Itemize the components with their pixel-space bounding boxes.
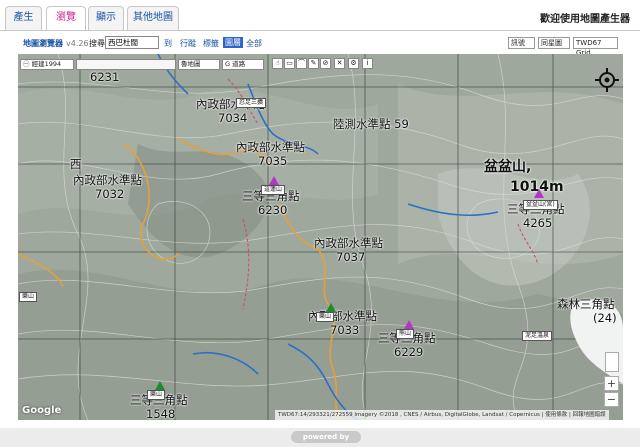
map-label: 內政部水準點: [236, 140, 305, 154]
close-icon[interactable]: ✕: [334, 58, 345, 69]
app-root: 產生 瀏覽 顯示 其他地圖 歡迎使用地圖產生器 地圖瀏覽器v4.26 搜尋 到 …: [0, 0, 640, 447]
signal-select[interactable]: 訊號: [508, 37, 535, 49]
map-canvas[interactable]: ㊀ 經建1994 魯地圖 G 道路 ☝ ▭ ⌒ ✎ ⊘ ✕ ⚙ i 6231 內…: [18, 54, 623, 420]
gear-icon[interactable]: ⚙: [348, 58, 359, 69]
base-map-select[interactable]: 魯地圖: [178, 59, 220, 70]
benchmark-point-icon[interactable]: [155, 381, 165, 390]
search-input[interactable]: [105, 36, 159, 49]
map-label: 6231: [90, 70, 120, 84]
layer-link[interactable]: 圖層: [223, 37, 243, 48]
map-label: 7037: [336, 250, 366, 264]
rect-tool-icon[interactable]: ▭: [284, 58, 295, 69]
map-attribution: TWD67:14/293321/272559 Imagery ©2018 , C…: [275, 410, 609, 420]
opacity-slider[interactable]: [76, 59, 176, 70]
map-label: 1548: [146, 407, 176, 420]
info-icon[interactable]: i: [362, 58, 373, 69]
version-label: v4.26: [66, 39, 89, 48]
map-label: 6229: [394, 345, 424, 359]
draw-tool-icon[interactable]: ✎: [308, 58, 319, 69]
place-tag[interactable]: 樂山: [147, 390, 166, 400]
track-link[interactable]: 行蹤: [180, 38, 196, 49]
nav-divider: [0, 30, 640, 31]
pan-tool-icon[interactable]: ☝: [272, 58, 283, 69]
measure-tool-icon[interactable]: ⊘: [320, 58, 331, 69]
triangulation-point-icon[interactable]: [269, 176, 279, 185]
street-view-pegman-icon[interactable]: [605, 352, 619, 372]
map-label: 6230: [258, 203, 288, 217]
tab-browse[interactable]: 瀏覽: [46, 6, 86, 31]
locate-crosshair-icon[interactable]: [595, 68, 619, 92]
map-label: 西: [70, 157, 82, 171]
map-label: 4265: [523, 216, 553, 230]
all-link[interactable]: 全部: [246, 38, 262, 49]
tab-display[interactable]: 顯示: [88, 6, 124, 30]
map-label: 森林三角點: [557, 297, 615, 311]
google-logo: Google: [22, 405, 62, 416]
brand-label: 地圖瀏覽器: [23, 39, 63, 48]
zoom-out-button[interactable]: −: [604, 392, 619, 407]
place-tag[interactable]: 熊山: [396, 329, 415, 339]
map-label: 7035: [258, 154, 288, 168]
powered-by-badge[interactable]: powered by: [291, 431, 361, 443]
map-label: 7034: [218, 111, 248, 125]
grid-select[interactable]: TWD67 Grid: [573, 37, 618, 57]
map-label: (24): [593, 311, 617, 325]
layer-select[interactable]: ㊀ 經建1994: [20, 59, 74, 70]
place-tag[interactable]: 忍足三擴: [236, 98, 267, 108]
label-link[interactable]: 標籤: [203, 38, 219, 49]
map-label: 7033: [330, 323, 360, 337]
tab-generate[interactable]: 產生: [5, 6, 42, 30]
zoom-in-button[interactable]: +: [604, 376, 619, 391]
map-label: 陸測水準點 59: [333, 117, 409, 131]
benchmark-point-icon[interactable]: [326, 303, 336, 312]
map-label: 內政部水準點: [73, 173, 142, 187]
triangulation-point-icon[interactable]: [534, 189, 544, 198]
place-tag[interactable]: 樂山: [316, 312, 335, 322]
search-label: 搜尋: [89, 39, 105, 48]
place-tag[interactable]: 樂山: [19, 292, 38, 302]
overlay-select[interactable]: 同星圖: [538, 37, 570, 49]
top-nav: 產生 瀏覽 顯示 其他地圖 歡迎使用地圖產生器: [0, 0, 640, 31]
welcome-text: 歡迎使用地圖產生器: [540, 14, 630, 25]
peak-name-label: 盆盆山,: [484, 159, 532, 175]
triangulation-point-icon[interactable]: [404, 320, 414, 329]
place-tag[interactable]: 這蓮山: [261, 185, 286, 195]
place-tag[interactable]: 盆盆山(宮): [523, 200, 558, 210]
tab-other-maps[interactable]: 其他地圖: [127, 6, 179, 30]
place-tag[interactable]: 泥足溫泉: [522, 331, 553, 341]
map-label: 內政部水準點: [314, 236, 383, 250]
map-mode-select[interactable]: G 道路: [222, 59, 264, 70]
map-toolbar: 地圖瀏覽器v4.26 搜尋 到 行蹤 標籤 圖層 全部 訊號 同星圖 TWD67…: [0, 35, 640, 57]
goto-link[interactable]: 到: [164, 38, 172, 49]
brand-title: 地圖瀏覽器 v4.26: [23, 38, 89, 49]
map-label: 7032: [95, 187, 125, 201]
polyline-tool-icon[interactable]: ⌒: [296, 58, 307, 69]
